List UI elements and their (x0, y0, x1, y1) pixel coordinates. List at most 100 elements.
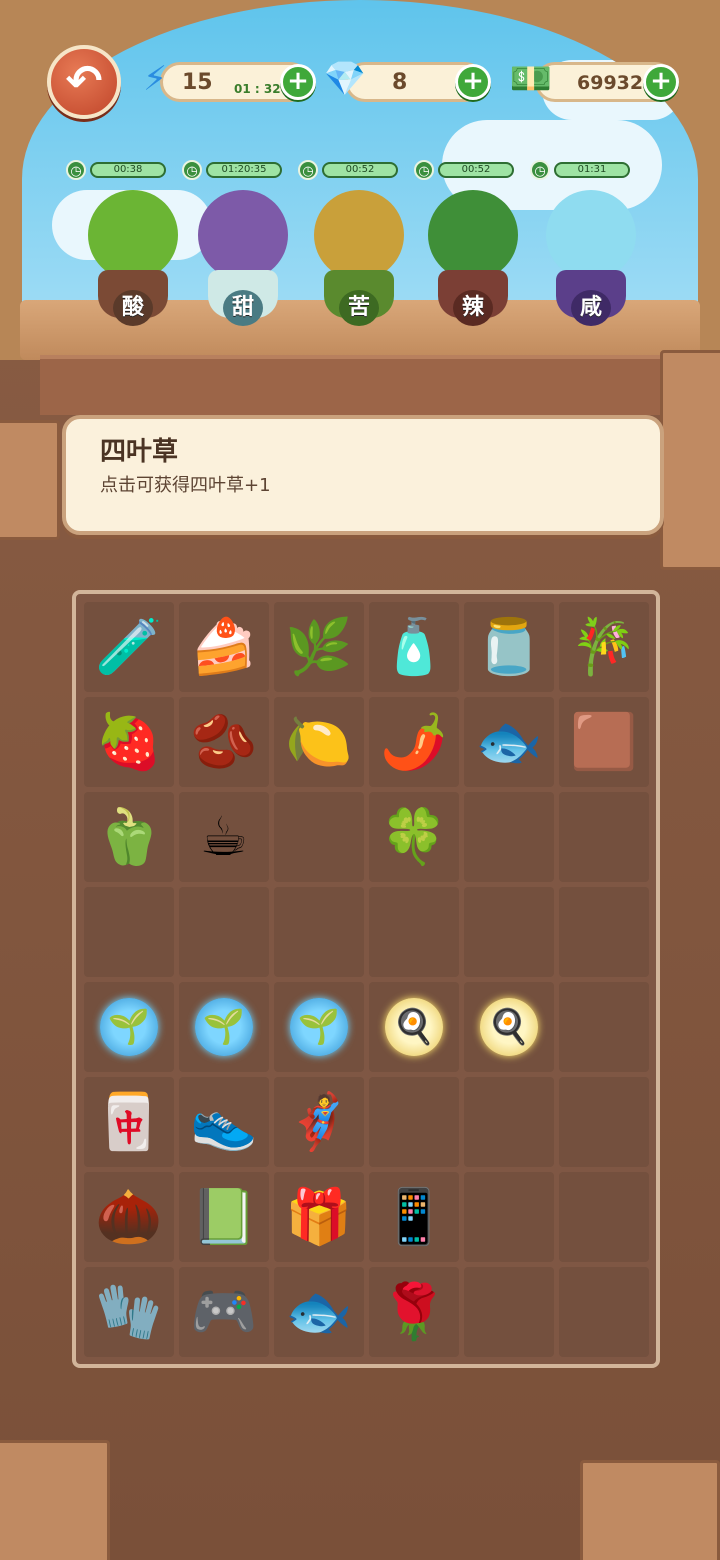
item-icon: 🧤 (95, 1280, 163, 1343)
energy-timer: 01 : 32 (234, 82, 281, 96)
inventory-cell (464, 1172, 554, 1262)
plant-bitter[interactable]: 苦 (304, 190, 414, 330)
inventory-cell (464, 792, 554, 882)
inventory-cell[interactable]: 🎮 (179, 1267, 269, 1357)
inventory-cell (84, 887, 174, 977)
plant-timer-bitter: ◷ 00:52 (298, 160, 398, 180)
inventory-cell[interactable]: 🌱 (84, 982, 174, 1072)
inventory-cell[interactable]: 🎋 (559, 602, 649, 692)
plant-flavor-label: 苦 (339, 290, 379, 326)
inventory-cell[interactable]: 🌹 (369, 1267, 459, 1357)
inventory-cell[interactable]: 👟 (179, 1077, 269, 1167)
crate-bottom-left (0, 1440, 110, 1560)
clock-icon: ◷ (298, 160, 318, 180)
plant-sweet[interactable]: 甜 (188, 190, 298, 330)
plant-timer-spicy: ◷ 00:52 (414, 160, 514, 180)
inventory-cell[interactable]: 🦸 (274, 1077, 364, 1167)
inventory-cell[interactable]: 🀄 (84, 1077, 174, 1167)
plant-timer-label: 01:20:35 (206, 162, 282, 178)
inventory-cell (559, 982, 649, 1072)
inventory-cell[interactable]: 🧴 (369, 602, 459, 692)
item-icon: 📗 (190, 1185, 258, 1248)
inventory-cell[interactable]: 🧪 (84, 602, 174, 692)
inventory-cell (179, 887, 269, 977)
plant-timer-sour: ◷ 00:38 (66, 160, 166, 180)
plant-spicy[interactable]: 辣 (418, 190, 528, 330)
plant-timer-label: 01:31 (554, 162, 630, 178)
inventory-cell[interactable]: 🌿 (274, 602, 364, 692)
item-icon: 🍓 (95, 710, 163, 773)
tooltip-title: 四叶草 (100, 437, 179, 467)
inventory-cell[interactable]: 🌱 (179, 982, 269, 1072)
lemon-tree-icon (88, 190, 178, 280)
inventory-cell (559, 1077, 649, 1167)
item-icon: 🐟 (475, 710, 543, 773)
inventory-cell (559, 1267, 649, 1357)
add-cash-button[interactable]: + (643, 64, 679, 100)
plant-flavor-label: 咸 (571, 290, 611, 326)
item-icon: 🧴 (380, 615, 448, 678)
game-screen: ↶ ⚡ 15 01 : 32 + 💎 8 + 💵 699320 + ◷ 00:3… (0, 0, 720, 1560)
item-icon: 🌿 (285, 615, 353, 678)
crate-right (660, 350, 720, 570)
plant-flavor-label: 酸 (113, 290, 153, 326)
item-icon: 🎁 (285, 1185, 353, 1248)
item-icon: 🫙 (475, 615, 543, 678)
gems-value: 8 (392, 70, 408, 95)
inventory-cell[interactable]: 🍰 (179, 602, 269, 692)
inventory-cell[interactable]: 📱 (369, 1172, 459, 1262)
item-icon: 🌹 (380, 1280, 448, 1343)
plant-timer-sweet: ◷ 01:20:35 (182, 160, 282, 180)
cash-icon: 💵 (509, 59, 553, 99)
wooden-counter (40, 355, 680, 415)
add-gems-button[interactable]: + (455, 64, 491, 100)
inventory-cell (369, 887, 459, 977)
inventory-cell[interactable]: 🍀 (369, 792, 459, 882)
inventory-cell[interactable]: 🫙 (464, 602, 554, 692)
energy-value: 15 (182, 70, 213, 95)
inventory-cell[interactable]: 🍓 (84, 697, 174, 787)
item-icon: 🧪 (95, 615, 163, 678)
inventory-cell[interactable]: 🌶️ (369, 697, 459, 787)
inventory-cell[interactable]: 🧤 (84, 1267, 174, 1357)
inventory-cell[interactable]: 🎁 (274, 1172, 364, 1262)
plant-timer-salty: ◷ 01:31 (530, 160, 630, 180)
inventory-cell (559, 1172, 649, 1262)
inventory-cell[interactable]: 🍳 (369, 982, 459, 1072)
inventory-cell[interactable]: 🐟 (464, 697, 554, 787)
crate-bottom-right (580, 1460, 720, 1560)
inventory-cell (464, 1267, 554, 1357)
inventory-cell[interactable]: 🫑 (84, 792, 174, 882)
sprout-bubble-icon: 🌱 (195, 998, 253, 1056)
inventory-cell[interactable]: 🍳 (464, 982, 554, 1072)
sugarcane-plant-icon (198, 190, 288, 280)
inventory-cell[interactable]: 📗 (179, 1172, 269, 1262)
inventory-cell[interactable]: 🟫 (559, 697, 649, 787)
add-energy-button[interactable]: + (280, 64, 316, 100)
inventory-cell (274, 887, 364, 977)
item-icon: 🫘 (190, 710, 258, 773)
item-icon: 🌶️ (380, 710, 448, 773)
plant-salty[interactable]: 咸 (536, 190, 646, 330)
item-icon: 🫑 (95, 805, 163, 868)
salt-crystal-icon (546, 190, 636, 280)
inventory-cell[interactable]: 🌱 (274, 982, 364, 1072)
inventory-cell[interactable]: 🍋 (274, 697, 364, 787)
plant-sour[interactable]: 酸 (78, 190, 188, 330)
inventory-cell (559, 887, 649, 977)
inventory-board: 🧪 🍰 🌿 🧴 🫙 🎋 🍓 🫘 🍋 🌶️ 🐟 🟫 🫑 ☕ 🍀 🌱 🌱 🌱 🍳 🍳 🀄 👟 🦸 🌰 📗 🎁 📱 🧤 🎮 🐟 🌹 (72, 590, 660, 1368)
inventory-cell[interactable]: 🫘 (179, 697, 269, 787)
inventory-cell[interactable]: 🌰 (84, 1172, 174, 1262)
item-icon: 🟫 (570, 710, 638, 773)
egg-bubble-icon: 🍳 (385, 998, 443, 1056)
inventory-cell (464, 887, 554, 977)
plant-timer-label: 00:52 (438, 162, 514, 178)
item-icon: 🎋 (570, 615, 638, 678)
back-button[interactable]: ↶ (47, 45, 121, 119)
inventory-cell[interactable]: 🐟 (274, 1267, 364, 1357)
inventory-cell[interactable]: ☕ (179, 792, 269, 882)
plant-timer-label: 00:52 (322, 162, 398, 178)
crate-left (0, 420, 60, 540)
clock-icon: ◷ (182, 160, 202, 180)
egg-bubble-icon: 🍳 (480, 998, 538, 1056)
